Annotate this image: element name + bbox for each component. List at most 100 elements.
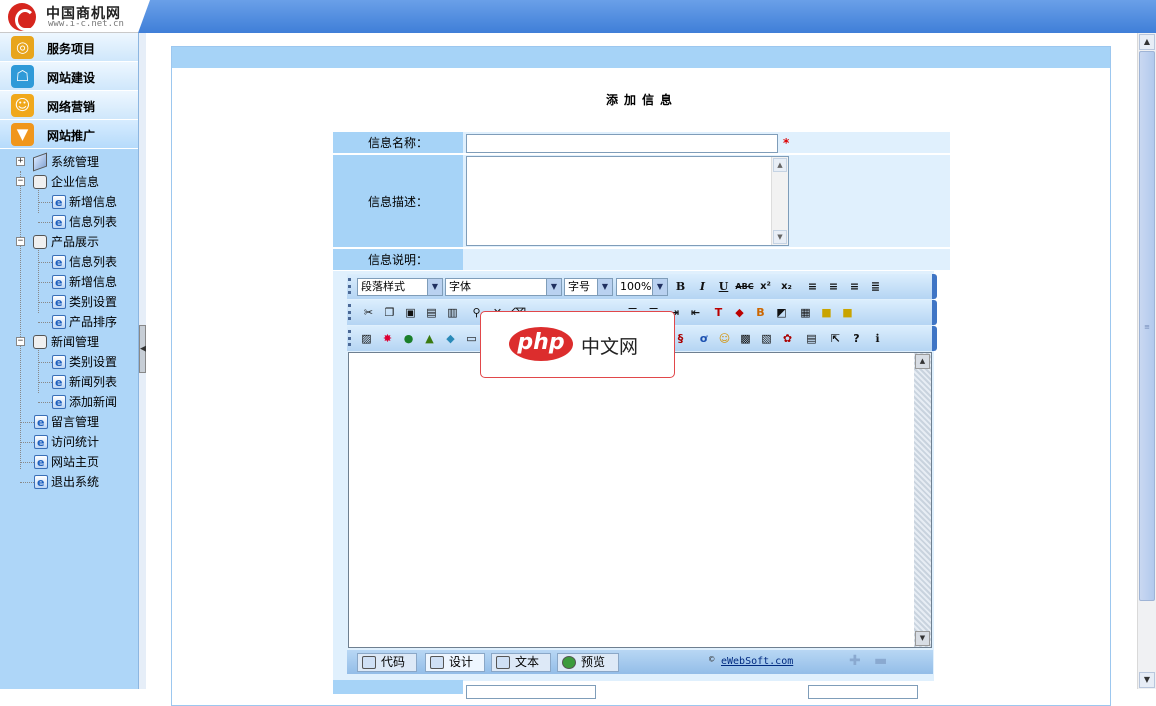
tree-node-news[interactable]: − 新闻管理	[0, 332, 138, 352]
insert-link-globe-icon[interactable]: ●	[399, 330, 418, 348]
underline-icon[interactable]: U	[714, 278, 733, 296]
tree-line	[20, 422, 34, 423]
scroll-down-icon[interactable]: ▼	[915, 631, 930, 646]
mode-code-button[interactable]: 代码	[357, 653, 417, 672]
next-row-input[interactable]	[466, 685, 596, 699]
info-icon[interactable]: ℹ	[868, 330, 887, 348]
nav-online-marketing[interactable]: ☺ 网络营销	[0, 91, 138, 120]
nav-website-promotion[interactable]: ▼ 网站推广	[0, 120, 138, 149]
scroll-up-icon[interactable]: ▲	[1139, 34, 1155, 50]
insert-table-icon[interactable]: ▭	[462, 330, 481, 348]
tree-item-product-add[interactable]: 新增信息	[0, 272, 138, 293]
tree-item-news-category[interactable]: 类别设置	[0, 352, 138, 373]
nav-service-items[interactable]: ◎ 服务项目	[0, 33, 138, 62]
layer-order-icon[interactable]: ■	[838, 304, 857, 322]
subscript-icon[interactable]: x₂	[777, 278, 796, 296]
paste-text-icon[interactable]: ▤	[422, 304, 441, 322]
page-properties-icon[interactable]: ▦	[796, 304, 815, 322]
tree-item-guestbook[interactable]: 留言管理	[0, 412, 138, 433]
layer-icon[interactable]: ■	[817, 304, 836, 322]
background-color-icon[interactable]: B	[751, 304, 770, 322]
tree-item-logout[interactable]: 退出系统	[0, 472, 138, 493]
insert-flash-icon[interactable]: ✸	[378, 330, 397, 348]
scroll-down-icon[interactable]: ▼	[1139, 672, 1155, 688]
font-select[interactable]: 字体 ▼	[445, 278, 562, 296]
insert-special-icon[interactable]: ✿	[778, 330, 797, 348]
tree-item-product-list[interactable]: 信息列表	[0, 252, 138, 273]
scroll-up-icon[interactable]: ▲	[915, 354, 930, 369]
tree-item-news-add[interactable]: 添加新闻	[0, 392, 138, 413]
font-size-select[interactable]: 字号 ▼	[564, 278, 613, 296]
collapse-icon[interactable]: −	[16, 337, 25, 346]
editor-scrollbar[interactable]: ▲ ▼	[914, 353, 931, 647]
mode-design-button[interactable]: 设计	[425, 653, 485, 672]
tree-node-products[interactable]: − 产品展示	[0, 232, 138, 252]
insert-date-icon[interactable]: ▩	[736, 330, 755, 348]
mode-preview-button[interactable]: 预览	[557, 653, 619, 672]
tree-item-product-category[interactable]: 类别设置	[0, 292, 138, 313]
editor-content-area[interactable]: ▲ ▼	[348, 352, 932, 648]
note-cell	[463, 249, 950, 270]
next-row-select[interactable]	[808, 685, 918, 699]
fullscreen-icon[interactable]: ⇱	[826, 330, 845, 348]
expand-editor-icon[interactable]: ✚	[849, 654, 863, 669]
tree-item-product-sort[interactable]: 产品排序	[0, 312, 138, 333]
tree-item-add-info[interactable]: 新增信息	[0, 192, 138, 213]
outdent-icon[interactable]: ⇤	[686, 304, 705, 322]
highlight-icon[interactable]: ◆	[730, 304, 749, 322]
superscript-icon[interactable]: x²	[756, 278, 775, 296]
remove-format-icon[interactable]: ◩	[772, 304, 791, 322]
collapse-icon[interactable]: −	[16, 237, 25, 246]
align-right-icon[interactable]: ≡	[845, 278, 864, 296]
collapse-sidebar-icon[interactable]: ◀	[139, 325, 147, 373]
strikethrough-icon[interactable]: ABC	[735, 278, 754, 296]
italic-icon[interactable]: I	[693, 278, 712, 296]
toolbar-grip-icon[interactable]	[348, 278, 351, 294]
align-center-icon[interactable]: ≡	[824, 278, 843, 296]
scroll-thumb[interactable]: ≡	[1139, 51, 1155, 601]
bold-icon[interactable]: B	[671, 278, 690, 296]
copy-icon[interactable]: ❐	[380, 304, 399, 322]
page-icon	[52, 393, 66, 413]
collapse-icon[interactable]: −	[16, 177, 25, 186]
tree-item-info-list[interactable]: 信息列表	[0, 212, 138, 233]
tree-item-stats[interactable]: 访问统计	[0, 432, 138, 453]
shrink-editor-icon[interactable]: ▬	[874, 654, 888, 669]
sidebar-splitter[interactable]: ◀	[138, 33, 147, 689]
scroll-down-icon[interactable]: ▼	[773, 230, 787, 244]
insert-smiley-icon[interactable]: ☺	[715, 330, 734, 348]
cut-icon[interactable]: ✂	[359, 304, 378, 322]
tree-line	[20, 442, 34, 443]
tree-node-company[interactable]: − 企业信息	[0, 172, 138, 192]
desc-textarea[interactable]: ▲ ▼	[466, 156, 789, 246]
zoom-select[interactable]: 100% ▼	[616, 278, 668, 296]
insert-anchor-icon[interactable]: ◆	[441, 330, 460, 348]
insert-emoticon-o-icon[interactable]: ơ	[694, 330, 713, 348]
insert-time-icon[interactable]: ▧	[757, 330, 776, 348]
help-icon[interactable]: ?	[847, 330, 866, 348]
tree-item-news-list[interactable]: 新闻列表	[0, 372, 138, 393]
page-scrollbar[interactable]: ▲ ≡ ▼	[1137, 33, 1156, 689]
paste-word-icon[interactable]: ▥	[443, 304, 462, 322]
expand-icon[interactable]: +	[16, 157, 25, 166]
insert-media-icon[interactable]: ▲	[420, 330, 439, 348]
align-left-icon[interactable]: ≡	[803, 278, 822, 296]
nav-website-building[interactable]: ☖ 网站建设	[0, 62, 138, 91]
brand-logo[interactable]: 中国商机网 www.i-c.net.cn	[0, 0, 150, 33]
paragraph-style-select[interactable]: 段落样式 ▼	[357, 278, 443, 296]
mode-text-button[interactable]: 文本	[491, 653, 551, 672]
scroll-up-icon[interactable]: ▲	[773, 158, 787, 172]
justify-icon[interactable]: ≣	[866, 278, 885, 296]
insert-page-break-icon[interactable]: ▤	[802, 330, 821, 348]
tree-item-homepage[interactable]: 网站主页	[0, 452, 138, 473]
paste-icon[interactable]: ▣	[401, 304, 420, 322]
toolbar-grip-icon[interactable]	[348, 330, 351, 346]
text-color-icon[interactable]: T	[709, 304, 728, 322]
credit-link[interactable]: eWebSoft.com	[709, 655, 793, 667]
insert-image-icon[interactable]: ▨	[357, 330, 376, 348]
toolbar-grip-icon[interactable]	[348, 304, 351, 320]
name-input[interactable]	[466, 133, 778, 153]
tree-node-system[interactable]: + 系统管理	[0, 152, 138, 172]
page-icon	[34, 413, 48, 433]
desc-scrollbar[interactable]: ▲ ▼	[771, 157, 788, 245]
